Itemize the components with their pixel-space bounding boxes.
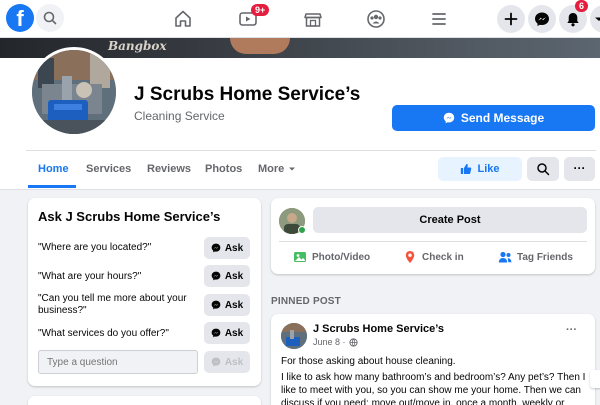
home-nav-button[interactable] xyxy=(170,6,196,32)
ask-button-label: Ask xyxy=(224,327,244,339)
ask-button[interactable]: Ask xyxy=(204,322,250,344)
post-author-avatar[interactable] xyxy=(281,323,307,349)
location-pin-icon xyxy=(405,251,415,263)
account-button[interactable] xyxy=(590,5,600,33)
tab-more-label: More xyxy=(258,163,285,175)
active-tab-indicator xyxy=(28,185,76,188)
profile-photo-image xyxy=(32,50,116,134)
suggested-question: "What are your hours?" xyxy=(38,271,142,282)
tag-friends-icon xyxy=(498,251,512,263)
search-button[interactable] xyxy=(36,4,64,32)
groups-icon xyxy=(367,10,385,28)
send-message-button[interactable]: Send Message xyxy=(392,105,595,131)
next-left-card xyxy=(28,396,261,405)
watch-nav-button[interactable]: 9+ xyxy=(235,4,270,32)
marketplace-icon xyxy=(304,13,322,27)
ask-button-label: Ask xyxy=(224,242,244,254)
page-search-button[interactable] xyxy=(527,157,559,181)
question-input[interactable] xyxy=(38,350,198,374)
check-in-label: Check in xyxy=(422,251,464,263)
ask-button-label: Ask xyxy=(224,270,244,282)
suggested-question: "What services do you offer?" xyxy=(38,328,169,339)
new-message-side-button[interactable] xyxy=(590,370,600,388)
photo-video-button[interactable]: Photo/Video xyxy=(293,247,370,267)
top-navigation-bar: f 9+ 6 xyxy=(0,0,600,38)
caret-icon xyxy=(595,17,600,21)
tab-services[interactable]: Services xyxy=(86,163,131,175)
menu-icon xyxy=(432,13,446,25)
watch-badge: 9+ xyxy=(251,4,270,16)
page-category[interactable]: Cleaning Service xyxy=(134,109,225,123)
menu-nav-button[interactable] xyxy=(426,6,452,32)
check-in-button[interactable]: Check in xyxy=(403,247,464,267)
pinned-post-heading: PINNED POST xyxy=(271,296,341,307)
suggested-question: "Where are you located?" xyxy=(38,242,152,253)
facebook-logo[interactable]: f xyxy=(6,4,34,32)
thumbs-up-icon xyxy=(461,164,472,174)
cover-photo-arm xyxy=(230,38,290,54)
search-icon xyxy=(43,11,57,25)
pinned-post-card: J Scrubs Home Service’s June 8 · ··· For… xyxy=(271,314,595,405)
ask-button[interactable]: Ask xyxy=(204,237,250,259)
messenger-button[interactable] xyxy=(528,5,556,33)
notifications-button[interactable]: 6 xyxy=(559,0,589,33)
ask-button-label: Ask xyxy=(224,299,244,311)
create-post-card: Create Post Photo/Video Check in Tag Fri… xyxy=(271,198,595,274)
tab-reviews[interactable]: Reviews xyxy=(147,163,191,175)
cover-photo-text: Bangbox xyxy=(108,39,167,53)
ask-question-submit-button[interactable]: Ask xyxy=(204,351,250,373)
groups-nav-button[interactable] xyxy=(363,6,389,32)
messenger-icon xyxy=(211,357,221,367)
like-button[interactable]: Like xyxy=(438,157,522,181)
tab-more[interactable]: More xyxy=(258,163,296,175)
post-text: For those asking about house cleaning. xyxy=(281,356,456,367)
messenger-icon xyxy=(211,271,221,281)
suggested-question: "Can you tell me more about your busines… xyxy=(38,293,187,316)
ask-button[interactable]: Ask xyxy=(204,294,250,316)
ask-button-label: Ask xyxy=(224,356,244,368)
messenger-icon xyxy=(211,300,221,310)
post-author-name[interactable]: J Scrubs Home Service’s xyxy=(313,323,444,335)
marketplace-nav-button[interactable] xyxy=(300,6,326,32)
post-date[interactable]: June 8 · xyxy=(313,337,346,347)
tag-friends-label: Tag Friends xyxy=(517,251,573,263)
more-options-button[interactable]: ··· xyxy=(564,157,595,181)
chevron-down-icon xyxy=(289,167,296,171)
photo-video-label: Photo/Video xyxy=(312,251,371,263)
photo-icon xyxy=(294,252,306,262)
search-icon xyxy=(537,163,550,176)
tab-home[interactable]: Home xyxy=(38,163,69,175)
create-post-divider xyxy=(279,241,587,242)
online-status-indicator xyxy=(298,226,306,234)
ask-page-card: Ask J Scrubs Home Service’s "Where are y… xyxy=(28,198,261,386)
profile-picture[interactable] xyxy=(29,47,119,137)
ask-button[interactable]: Ask xyxy=(204,265,250,287)
plus-icon xyxy=(504,12,518,26)
send-message-label: Send Message xyxy=(460,111,545,125)
tag-friends-button[interactable]: Tag Friends xyxy=(498,247,573,267)
page-title: J Scrubs Home Service’s xyxy=(134,84,361,105)
home-icon xyxy=(175,10,191,27)
tab-photos[interactable]: Photos xyxy=(205,163,242,175)
create-button[interactable] xyxy=(497,5,525,33)
messenger-icon xyxy=(211,328,221,338)
notifications-badge: 6 xyxy=(575,0,589,12)
post-text-body: I like to ask how many bathroom’s and be… xyxy=(281,372,586,405)
messenger-icon xyxy=(443,112,455,124)
messenger-icon xyxy=(535,12,549,26)
like-label: Like xyxy=(477,163,500,175)
post-options-button[interactable]: ··· xyxy=(566,324,577,336)
globe-icon xyxy=(348,337,358,347)
create-post-button[interactable]: Create Post xyxy=(313,207,587,233)
messenger-icon xyxy=(211,243,221,253)
header-divider xyxy=(26,150,596,151)
ask-card-title: Ask J Scrubs Home Service’s xyxy=(38,209,221,224)
post-author-avatar-image xyxy=(281,323,307,349)
post-meta: June 8 · xyxy=(313,337,358,347)
